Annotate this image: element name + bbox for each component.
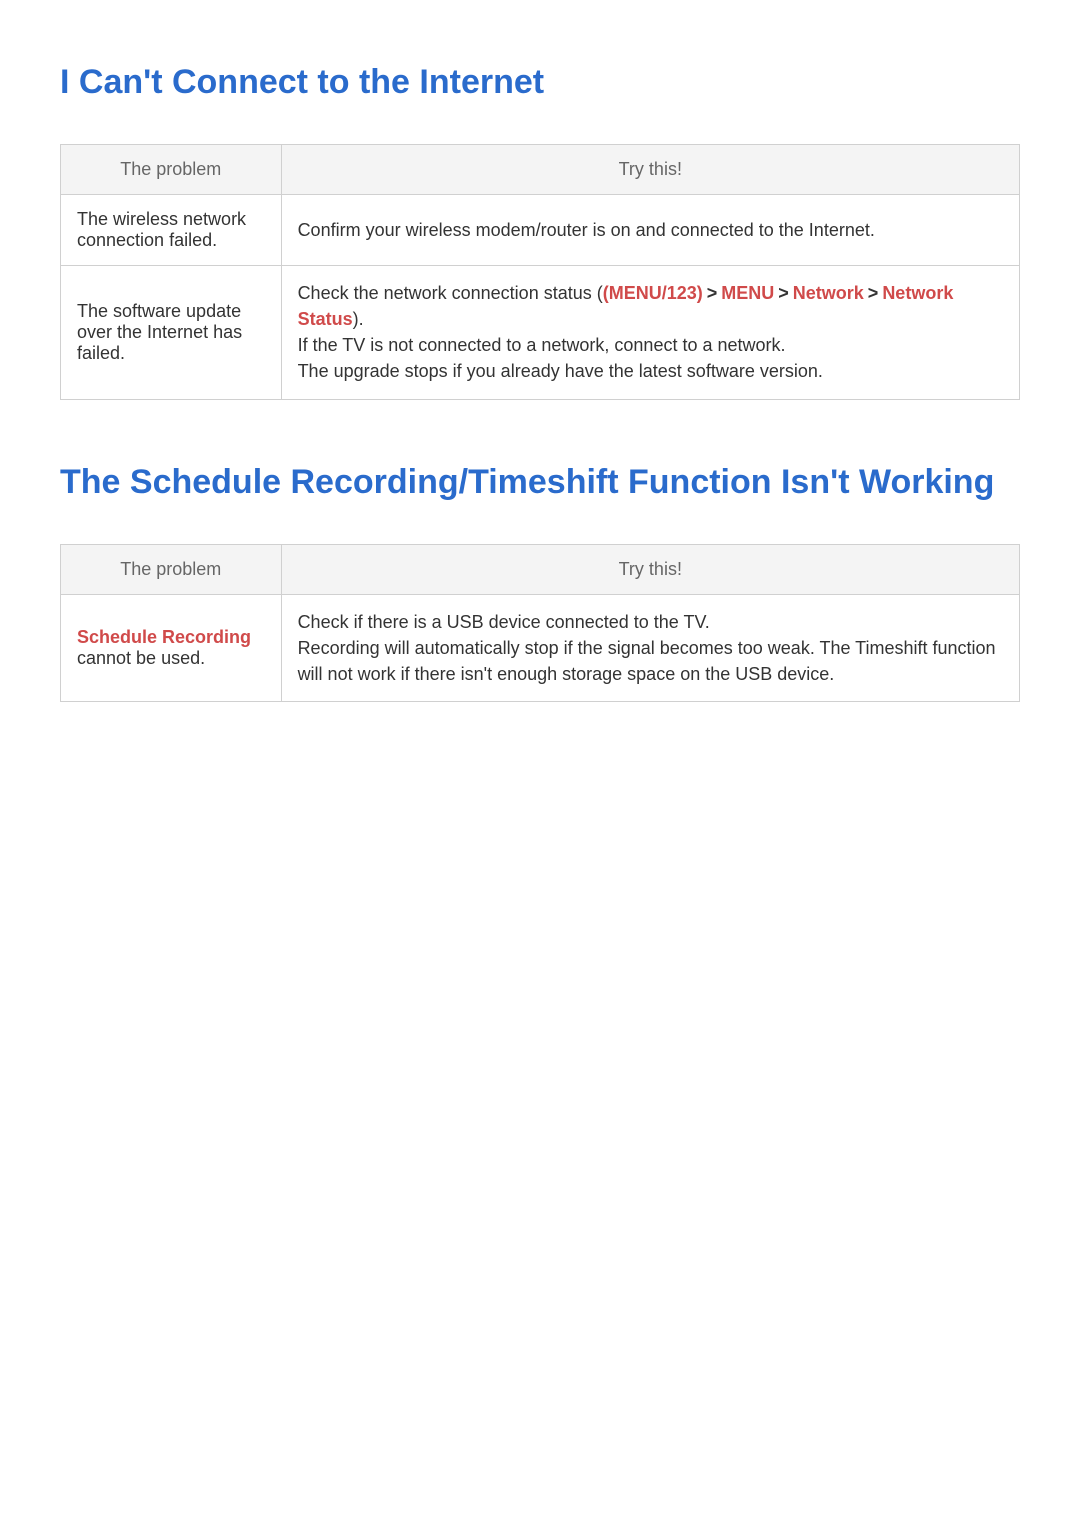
th-problem: The problem [61,544,282,594]
th-trythis: Try this! [281,544,1019,594]
cell-problem: The wireless network connection failed. [61,195,282,266]
page: I Can't Connect to the Internet The prob… [0,0,1080,702]
cell-problem: Schedule Recording cannot be used. [61,594,282,701]
section-internet: I Can't Connect to the Internet The prob… [60,60,1020,400]
table-row: The software update over the Internet ha… [61,266,1020,399]
heading-internet: I Can't Connect to the Internet [60,60,1020,104]
cell-trythis: Check the network connection status ((ME… [281,266,1019,399]
th-trythis: Try this! [281,145,1019,195]
table-row: Schedule Recording cannot be used. Check… [61,594,1020,701]
table-schedule: The problem Try this! Schedule Recording… [60,544,1020,702]
cell-trythis: Check if there is a USB device connected… [281,594,1019,701]
section-schedule: The Schedule Recording/Timeshift Functio… [60,460,1020,702]
heading-schedule: The Schedule Recording/Timeshift Functio… [60,460,1020,504]
cell-problem: The software update over the Internet ha… [61,266,282,399]
table-internet: The problem Try this! The wireless netwo… [60,144,1020,399]
cell-trythis: Confirm your wireless modem/router is on… [281,195,1019,266]
th-problem: The problem [61,145,282,195]
table-row: The wireless network connection failed. … [61,195,1020,266]
